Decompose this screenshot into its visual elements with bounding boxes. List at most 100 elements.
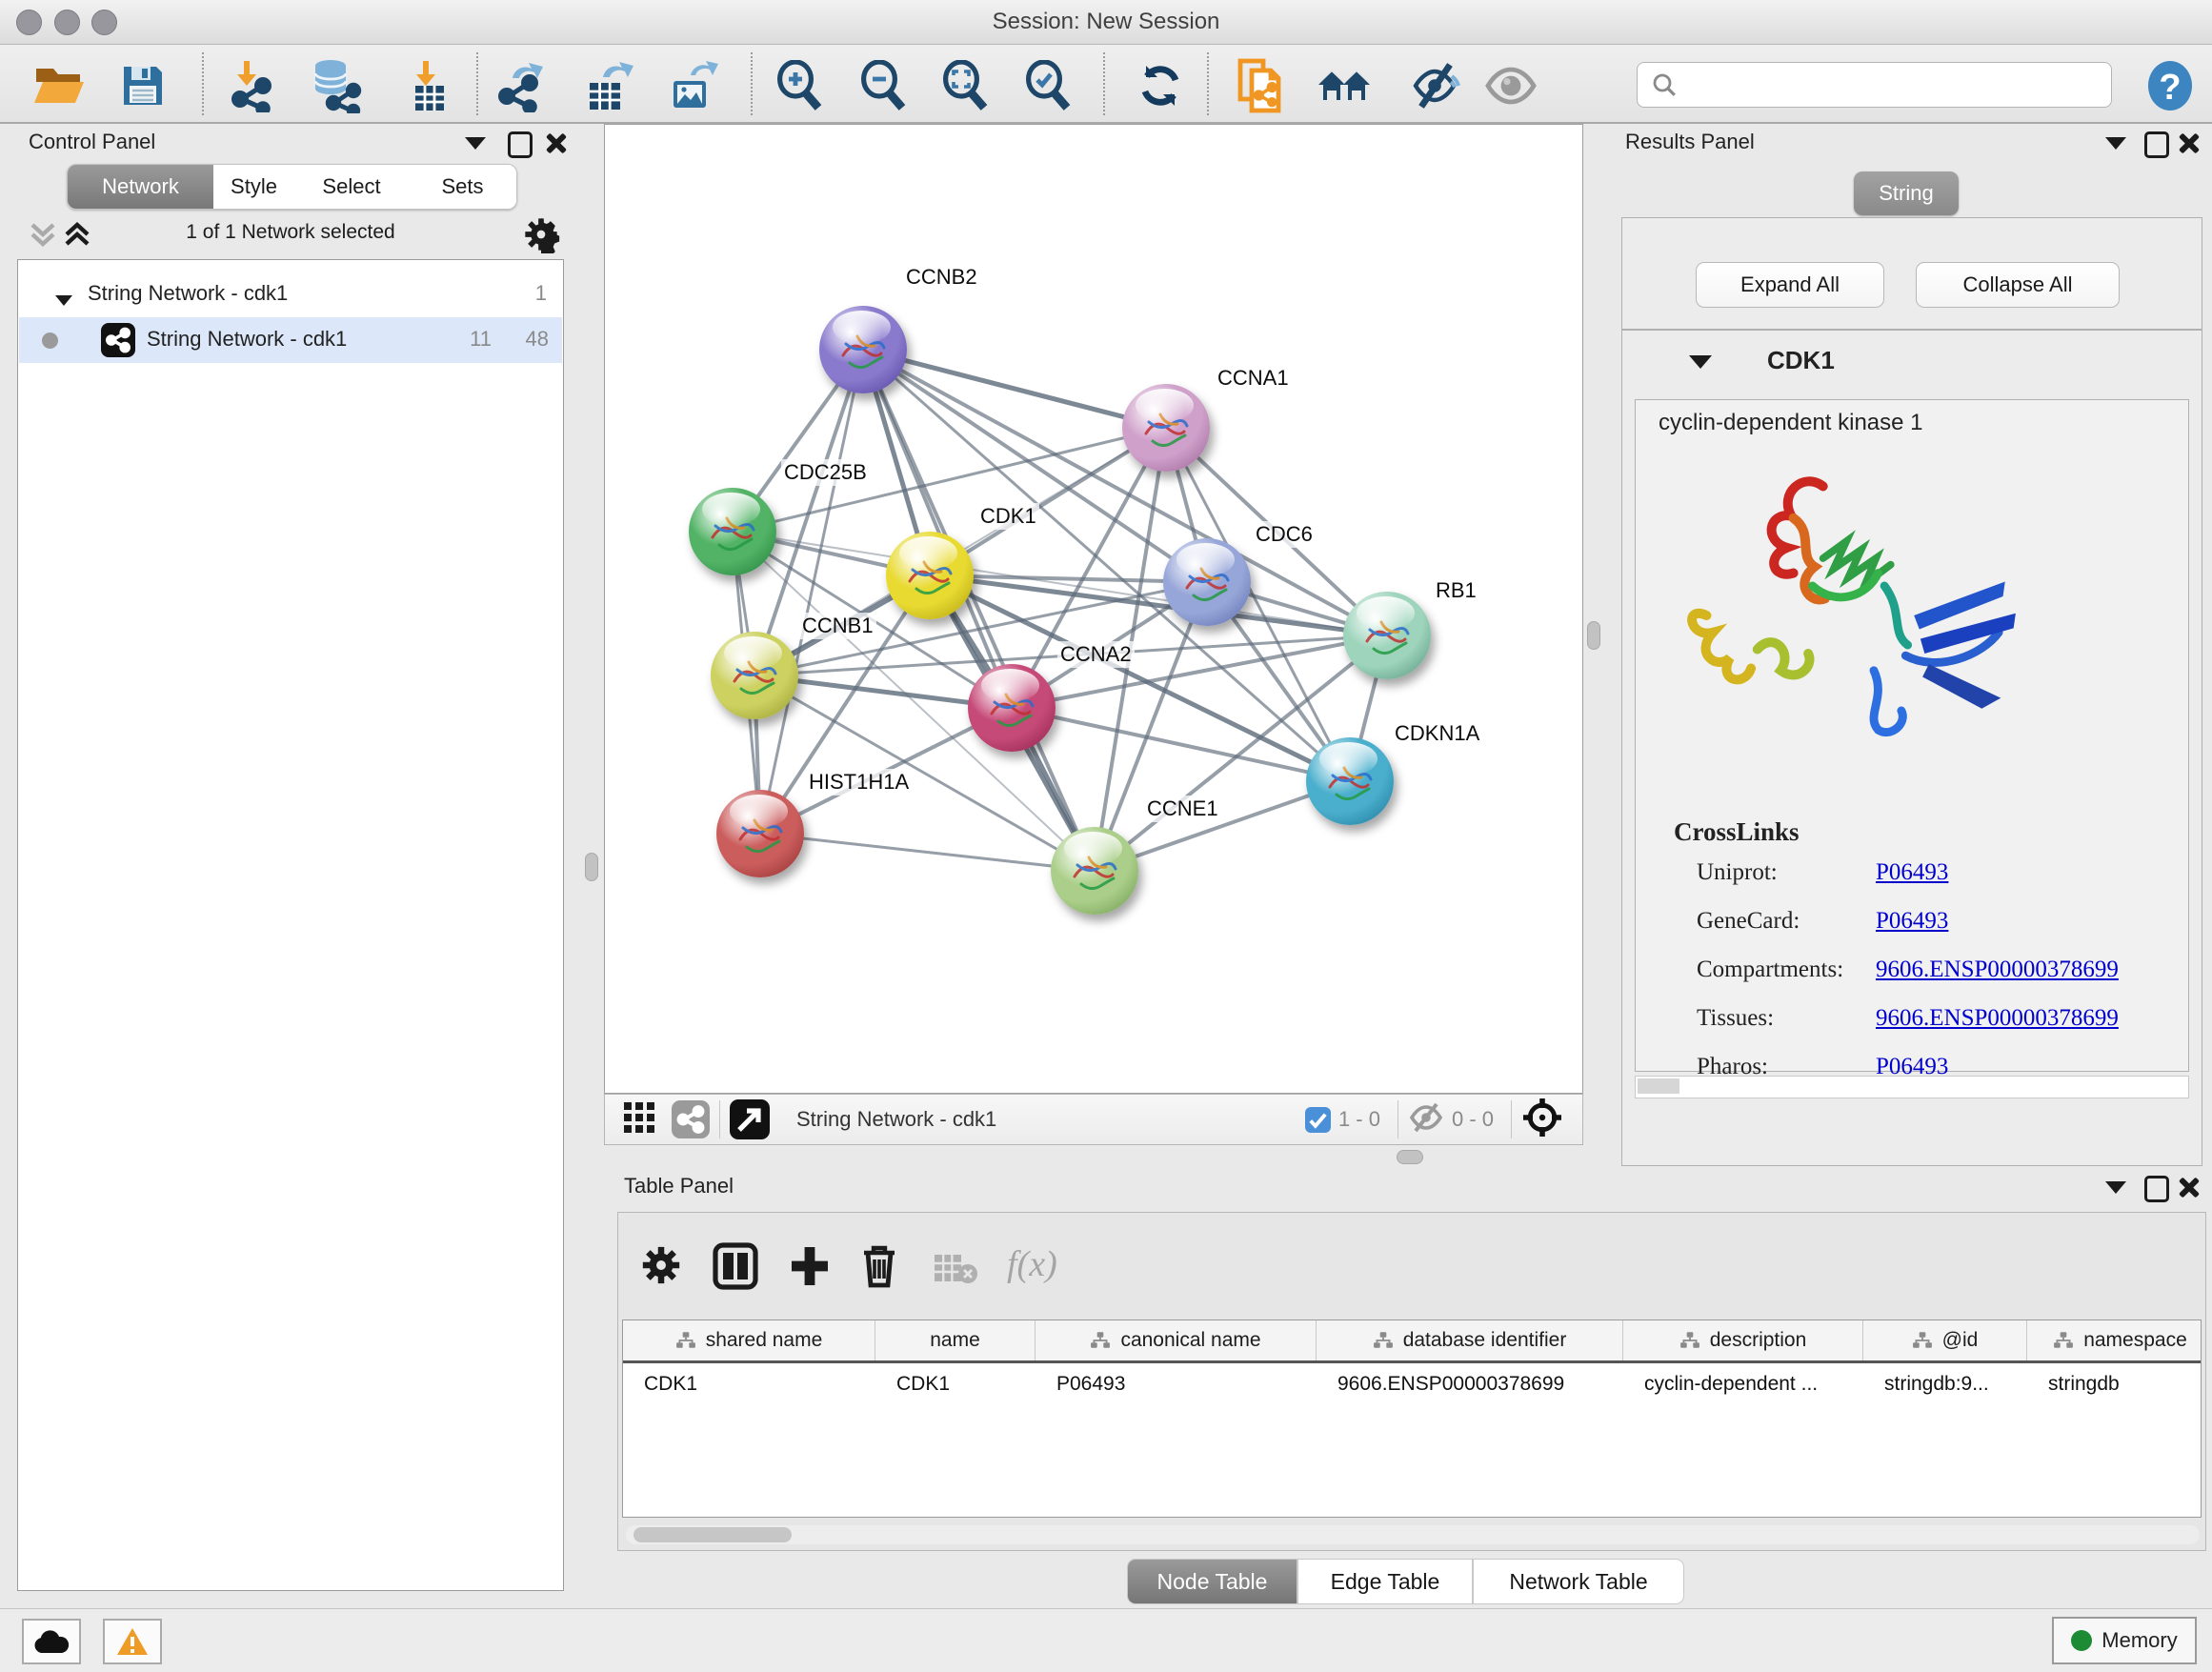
network-node-CDC25B[interactable] xyxy=(689,488,776,575)
column-header-namespace[interactable]: namespace xyxy=(2027,1320,2202,1360)
network-node-CDK1[interactable] xyxy=(886,532,974,619)
export-table-button[interactable] xyxy=(581,56,638,115)
column-header-canonical-name[interactable]: canonical name xyxy=(1036,1320,1317,1360)
save-session-button[interactable] xyxy=(114,56,171,115)
results-panel-menu-button[interactable] xyxy=(2105,137,2126,154)
apply-layout-button[interactable] xyxy=(1132,56,1189,115)
crosslink-value-link[interactable]: P06493 xyxy=(1876,859,1948,886)
table-cell[interactable]: stringdb:9... xyxy=(1863,1363,2027,1405)
network-node-CDKN1A[interactable] xyxy=(1306,737,1394,825)
table-cell[interactable]: stringdb xyxy=(2027,1363,2202,1405)
network-options-gear-button[interactable] xyxy=(522,215,560,258)
crosslink-value-link[interactable]: P06493 xyxy=(1876,908,1948,935)
zoom-out-button[interactable] xyxy=(855,56,913,115)
control-panel-close-button[interactable] xyxy=(545,132,566,158)
table-horizontal-scrollbar[interactable] xyxy=(626,1525,2200,1544)
expand-all-networks-icon[interactable] xyxy=(27,217,59,256)
network-node-CCNE1[interactable] xyxy=(1051,827,1138,915)
show-all-button[interactable] xyxy=(1482,56,1539,115)
duplicate-network-button[interactable] xyxy=(1233,56,1290,115)
table-cell[interactable]: CDK1 xyxy=(875,1363,1036,1405)
vertical-splitter-handle-left[interactable] xyxy=(585,853,598,881)
tab-style[interactable]: Style xyxy=(213,165,295,209)
share-view-button[interactable] xyxy=(672,1100,710,1138)
network-collection-row[interactable]: String Network - cdk1 1 xyxy=(19,272,562,317)
hide-selected-button[interactable] xyxy=(1408,56,1465,115)
import-network-from-file-button[interactable] xyxy=(221,56,278,115)
network-node-CCNB2[interactable] xyxy=(819,306,907,393)
table-cell[interactable]: cyclin-dependent ... xyxy=(1623,1363,1863,1405)
crosslink-label: GeneCard: xyxy=(1697,908,1800,935)
birdseye-grid-button[interactable] xyxy=(622,1100,656,1139)
import-table-from-file-button[interactable] xyxy=(398,56,455,115)
cloud-status-button[interactable] xyxy=(22,1619,81,1664)
crosslink-value-link[interactable]: 9606.ENSP00000378699 xyxy=(1876,957,2119,983)
tab-node-table[interactable]: Node Table xyxy=(1127,1559,1297,1604)
import-network-from-database-button[interactable] xyxy=(307,56,364,115)
network-node-RB1[interactable] xyxy=(1343,592,1431,679)
first-neighbors-button[interactable] xyxy=(1317,56,1374,115)
table-panel-menu-button[interactable] xyxy=(2105,1181,2126,1199)
vertical-splitter-handle-right[interactable] xyxy=(1587,621,1600,650)
table-row[interactable]: CDK1CDK1P064939606.ENSP00000378699cyclin… xyxy=(623,1363,2201,1405)
control-panel-float-button[interactable] xyxy=(508,131,533,163)
table-panel-float-button[interactable] xyxy=(2144,1176,2169,1207)
network-nodes-layer: CCNB2CCNA1CDC25BCDK1CDC6RB1CCNB1CCNA2CDK… xyxy=(605,125,1582,1093)
fit-content-button[interactable] xyxy=(937,56,995,115)
delete-column-button[interactable] xyxy=(856,1241,902,1296)
tab-edge-table[interactable]: Edge Table xyxy=(1297,1559,1473,1604)
help-button[interactable]: ? xyxy=(2142,56,2199,115)
network-node-CCNB1[interactable] xyxy=(711,632,798,719)
protein-detail-scrollbar[interactable] xyxy=(1635,1076,2189,1098)
column-type-icon xyxy=(1090,1331,1111,1350)
tab-network[interactable]: Network xyxy=(68,165,214,209)
tab-select[interactable]: Select xyxy=(294,165,410,209)
control-panel-menu-button[interactable] xyxy=(465,137,486,154)
column-header-description[interactable]: description xyxy=(1623,1320,1863,1360)
show-columns-button[interactable] xyxy=(712,1241,759,1296)
houses-icon xyxy=(1317,64,1374,108)
expand-all-button[interactable]: Expand All xyxy=(1696,262,1884,308)
zoom-selected-button[interactable] xyxy=(1020,56,1077,115)
network-node-HIST1H1A[interactable] xyxy=(716,790,804,877)
network-canvas[interactable]: CCNB2CCNA1CDC25BCDK1CDC6RB1CCNB1CCNA2CDK… xyxy=(604,124,1583,1094)
memory-button[interactable]: Memory xyxy=(2052,1617,2197,1664)
horizontal-splitter-handle[interactable] xyxy=(1397,1150,1423,1164)
center-view-button[interactable] xyxy=(1521,1097,1563,1143)
protein-name: CDK1 xyxy=(1767,346,1835,375)
crosslink-value-link[interactable]: 9606.ENSP00000378699 xyxy=(1876,1005,2119,1032)
search-input[interactable] xyxy=(1687,67,2101,101)
column-header-database-identifier[interactable]: database identifier xyxy=(1317,1320,1623,1360)
table-cell[interactable]: CDK1 xyxy=(623,1363,875,1405)
create-column-button[interactable] xyxy=(786,1241,834,1296)
zoom-in-button[interactable] xyxy=(772,56,829,115)
results-panel-float-button[interactable] xyxy=(2144,131,2169,163)
network-node-CDC6[interactable] xyxy=(1163,538,1251,626)
table-panel-close-button[interactable] xyxy=(2178,1177,2199,1202)
open-in-string-button[interactable] xyxy=(730,1099,770,1139)
column-header-name[interactable]: name xyxy=(875,1320,1036,1360)
function-builder-button-disabled[interactable]: f(x) xyxy=(1007,1243,1057,1285)
network-node-CCNA1[interactable] xyxy=(1122,384,1210,472)
delete-table-button-disabled[interactable] xyxy=(933,1253,978,1290)
column-header--id[interactable]: @id xyxy=(1863,1320,2027,1360)
tab-network-table[interactable]: Network Table xyxy=(1473,1559,1684,1604)
export-image-button[interactable] xyxy=(667,56,724,115)
table-cell[interactable]: P06493 xyxy=(1036,1363,1317,1405)
network-row-selected[interactable]: String Network - cdk1 11 48 xyxy=(19,317,562,363)
network-node-CCNA2[interactable] xyxy=(968,664,1056,752)
warning-status-button[interactable] xyxy=(103,1619,162,1664)
tab-sets[interactable]: Sets xyxy=(409,165,517,209)
protein-collapse-button[interactable] xyxy=(1689,355,1712,373)
export-network-button[interactable] xyxy=(492,56,549,115)
selected-checkbox[interactable] xyxy=(1305,1107,1331,1133)
open-session-button[interactable] xyxy=(30,56,88,115)
table-settings-gear-button[interactable] xyxy=(639,1243,683,1292)
tab-string[interactable]: String xyxy=(1854,171,1959,215)
column-header-shared-name[interactable]: shared name xyxy=(623,1320,875,1360)
collapse-all-networks-icon[interactable] xyxy=(61,217,93,256)
table-cell[interactable]: 9606.ENSP00000378699 xyxy=(1317,1363,1623,1405)
table-header-row: shared namenamecanonical namedatabase id… xyxy=(623,1320,2201,1363)
collapse-all-button[interactable]: Collapse All xyxy=(1916,262,2120,308)
results-panel-close-button[interactable] xyxy=(2178,132,2199,158)
